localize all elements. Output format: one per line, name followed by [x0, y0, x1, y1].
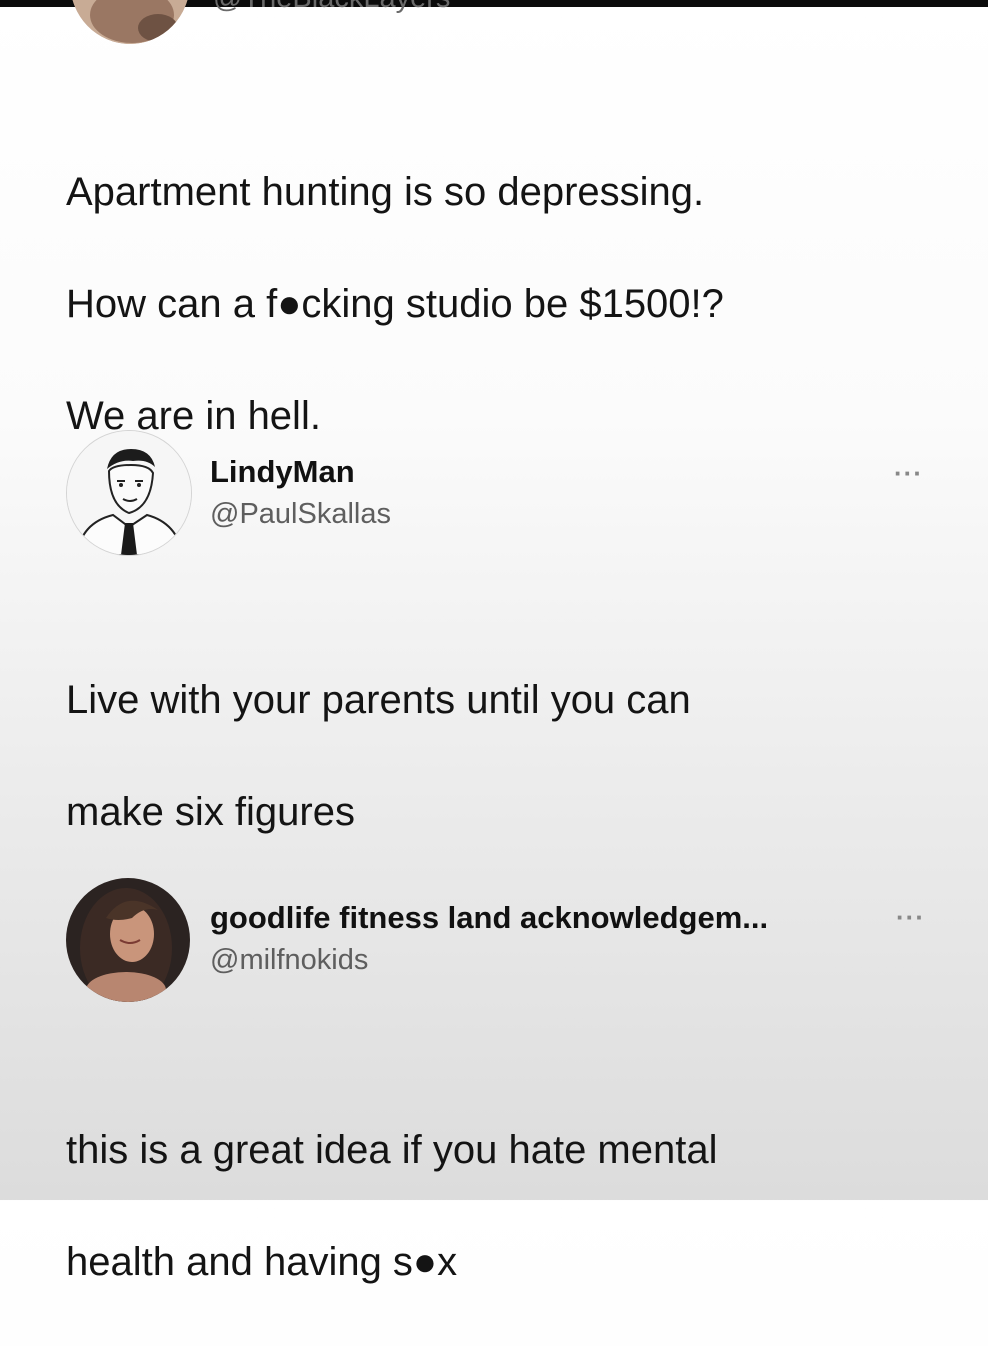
tweet-3-name[interactable]: goodlife fitness land acknowledgem...: [210, 900, 768, 936]
tweet-1[interactable]: @TheBlackLayers Apartment hunting is so …: [0, 0, 988, 438]
tweet-2-handle[interactable]: @PaulSkallas: [210, 498, 391, 531]
tweet-1-handle[interactable]: @TheBlackLayers: [213, 0, 450, 15]
tweet-2-text: Live with your parents until you can mak…: [66, 616, 946, 896]
tweet-3-text: this is a great idea if you hate mental …: [66, 1066, 946, 1346]
avatar-1[interactable]: [70, 0, 190, 44]
tweet-1-line-2: How can a f●cking studio be $1500!?: [66, 282, 724, 326]
tweet-2-line-1: Live with your parents until you can: [66, 678, 691, 722]
tweet-3-line-2: health and having s●x: [66, 1240, 458, 1284]
avatar-3[interactable]: [66, 878, 190, 1002]
avatar-photo: [70, 0, 190, 44]
tweet-2[interactable]: LindyMan @PaulSkallas ··· Live with your…: [0, 420, 988, 834]
tweet-1-line-1: Apartment hunting is so depressing.: [66, 170, 705, 214]
tweet-2-line-2: make six figures: [66, 790, 355, 834]
avatar-woman-photo: [66, 878, 190, 1002]
tweet-2-name[interactable]: LindyMan: [210, 454, 355, 490]
tweet-3[interactable]: goodlife fitness land acknowledgem... @m…: [0, 870, 988, 1284]
avatar-cartoon-man: [67, 431, 191, 555]
more-options-icon[interactable]: ···: [896, 904, 925, 930]
tweet-3-handle[interactable]: @milfnokids: [210, 944, 368, 977]
more-options-icon[interactable]: ···: [894, 460, 923, 486]
tweet-3-line-1: this is a great idea if you hate mental: [66, 1128, 718, 1172]
avatar-2[interactable]: [66, 430, 192, 556]
